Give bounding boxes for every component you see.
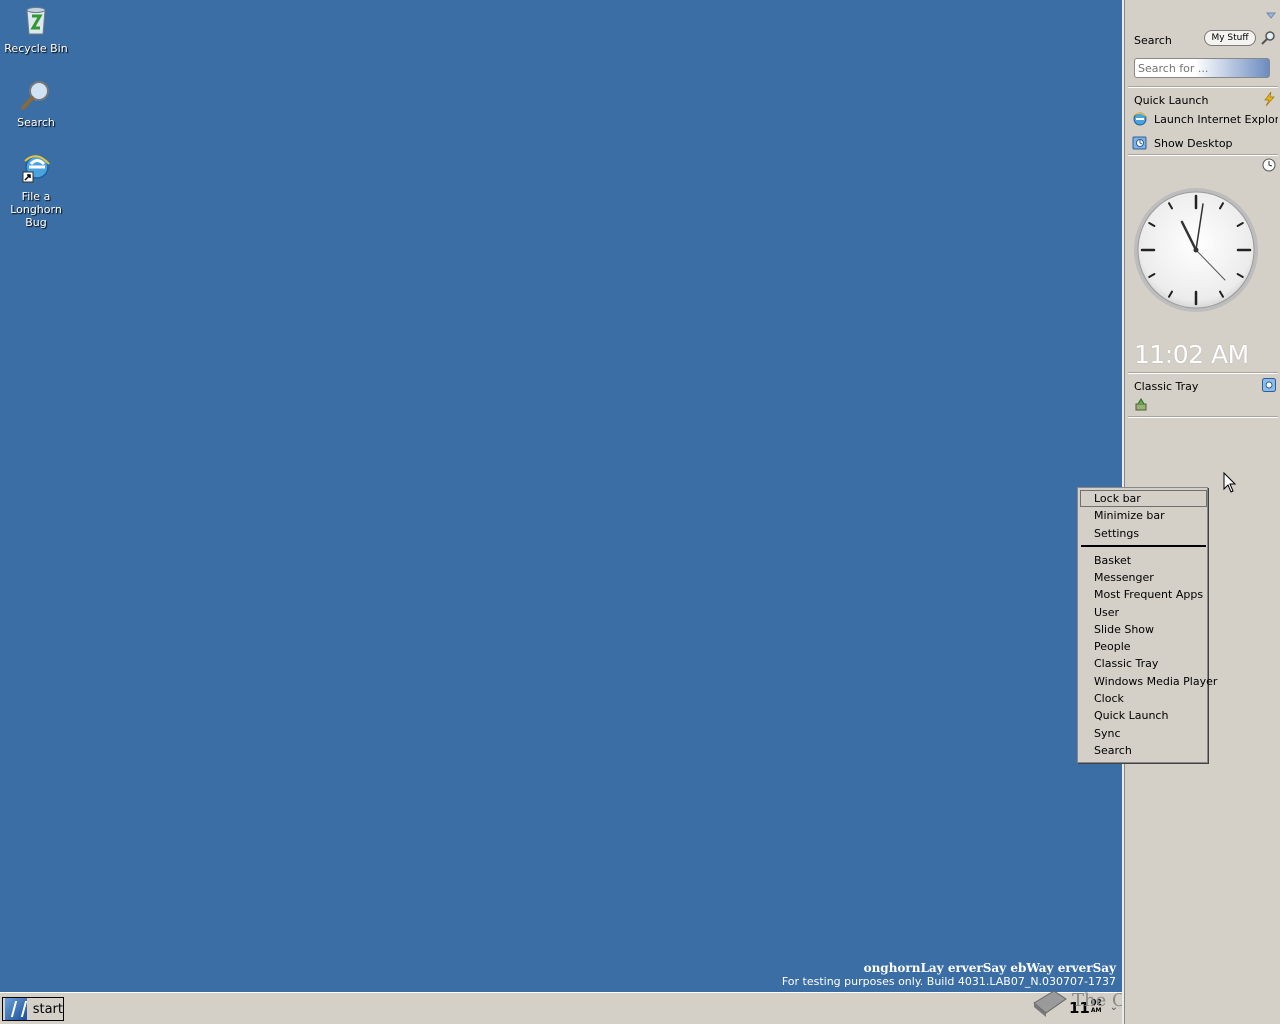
quick-launch-item-internet-explorer[interactable]: Launch Internet Explorer xyxy=(1132,110,1278,128)
build-watermark: onghornLay erverSay ebWay erverSay For t… xyxy=(782,961,1116,988)
menu-item-quick-launch[interactable]: Quick Launch xyxy=(1080,707,1207,724)
tile-divider xyxy=(1128,154,1278,156)
search-icon xyxy=(19,78,53,112)
book-icon xyxy=(1030,985,1070,1017)
desktop[interactable]: Recycle Bin Search File a Longhorn Bug o… xyxy=(0,0,1122,992)
menu-item-classic-tray[interactable]: Classic Tray xyxy=(1080,655,1207,672)
menu-separator xyxy=(1081,545,1206,547)
sidebar-menu-arrow-icon[interactable] xyxy=(1265,10,1277,19)
windows-logo-icon xyxy=(5,998,27,1020)
quick-launch-title: Quick Launch xyxy=(1134,94,1209,107)
internet-explorer-icon xyxy=(1132,111,1148,127)
menu-item-basket[interactable]: Basket xyxy=(1080,552,1207,569)
tray-settings-icon[interactable] xyxy=(1262,378,1276,392)
tile-divider xyxy=(1128,86,1278,88)
clock-icon[interactable] xyxy=(1262,158,1276,172)
desktop-icon-file-longhorn-bug[interactable]: File a Longhorn Bug xyxy=(0,152,72,229)
quick-launch-label: Launch Internet Explorer xyxy=(1154,112,1278,126)
digital-clock-time: 11:02 AM xyxy=(1134,340,1249,369)
quick-launch-label: Show Desktop xyxy=(1154,136,1233,150)
watermark-title: onghornLay erverSay ebWay erverSay xyxy=(863,961,1116,975)
desktop-icon-label: Search xyxy=(17,116,55,129)
menu-item-slide-show[interactable]: Slide Show xyxy=(1080,621,1207,638)
menu-item-most-frequent-apps[interactable]: Most Frequent Apps xyxy=(1080,586,1207,603)
menu-item-settings[interactable]: Settings xyxy=(1080,525,1207,542)
search-input[interactable] xyxy=(1134,58,1270,78)
search-icon[interactable] xyxy=(1260,30,1276,46)
menu-item-messenger[interactable]: Messenger xyxy=(1080,569,1207,586)
my-stuff-button[interactable]: My Stuff xyxy=(1204,30,1256,46)
menu-item-windows-media-player[interactable]: Windows Media Player xyxy=(1080,673,1217,690)
mouse-cursor-icon xyxy=(1223,471,1237,494)
search-tile-title: Search xyxy=(1134,34,1172,47)
menu-item-people[interactable]: People xyxy=(1080,638,1207,655)
menu-item-lock-bar[interactable]: Lock bar xyxy=(1080,490,1207,507)
taskbar: start 11 02 AM ⌄ xyxy=(0,992,1122,1024)
start-button[interactable]: start xyxy=(2,997,64,1021)
sidebar-context-menu: Lock bar Minimize bar Settings Basket Me… xyxy=(1077,487,1217,763)
menu-item-sync[interactable]: Sync xyxy=(1080,725,1207,742)
classic-tray-title: Classic Tray xyxy=(1134,380,1199,393)
network-tray-icon[interactable] xyxy=(1134,398,1148,412)
internet-explorer-icon xyxy=(19,152,53,186)
menu-item-minimize-bar[interactable]: Minimize bar xyxy=(1080,507,1207,524)
desktop-icon-label: Recycle Bin xyxy=(4,42,68,55)
desktop-icon-recycle-bin[interactable]: Recycle Bin xyxy=(0,4,72,55)
analog-clock xyxy=(1132,186,1260,314)
menu-item-search[interactable]: Search xyxy=(1080,742,1207,759)
show-desktop-icon xyxy=(1132,135,1148,151)
desktop-icon-label: File a xyxy=(21,190,51,203)
menu-item-clock[interactable]: Clock xyxy=(1080,690,1207,707)
lightning-bolt-icon[interactable] xyxy=(1262,91,1276,107)
start-label: start xyxy=(32,1001,63,1017)
desktop-icon-search[interactable]: Search xyxy=(0,78,72,129)
tile-divider xyxy=(1128,372,1278,374)
recycle-bin-icon xyxy=(19,4,53,38)
tile-divider xyxy=(1128,416,1278,418)
quick-launch-item-show-desktop[interactable]: Show Desktop xyxy=(1132,134,1278,152)
desktop-icon-label: Longhorn Bug xyxy=(10,203,62,229)
menu-item-user[interactable]: User xyxy=(1080,604,1207,621)
